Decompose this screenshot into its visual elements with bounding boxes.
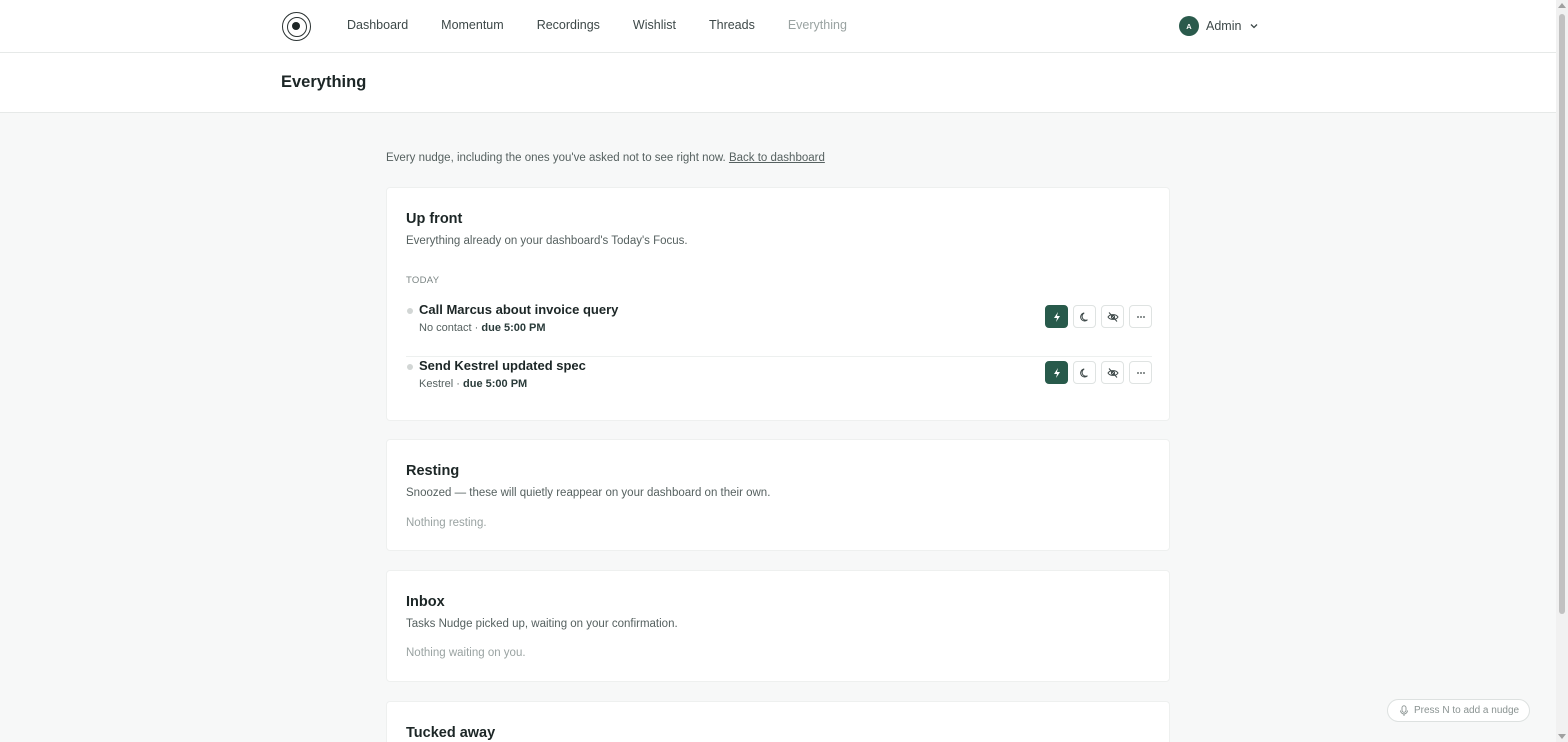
more-button[interactable] xyxy=(1129,305,1152,328)
page-header: Everything xyxy=(0,53,1556,113)
resting-title: Resting xyxy=(406,463,460,479)
group-label-today: TODAY xyxy=(406,275,440,286)
hide-button[interactable] xyxy=(1101,305,1124,328)
user-menu[interactable]: A Admin xyxy=(1179,16,1259,36)
inbox-card: Inbox Tasks Nudge picked up, waiting on … xyxy=(386,570,1170,682)
status-dot xyxy=(407,364,413,370)
item-title[interactable]: Send Kestrel updated spec xyxy=(419,358,586,373)
nav-everything[interactable]: Everything xyxy=(788,18,847,32)
item-title[interactable]: Call Marcus about invoice query xyxy=(419,302,618,317)
top-nav: Dashboard Momentum Recordings Wishlist T… xyxy=(0,0,1556,53)
resting-subtitle: Snoozed — these will quietly reappear on… xyxy=(406,487,771,499)
tucked-card: Tucked away xyxy=(386,701,1170,742)
add-nudge-hint[interactable]: Press N to add a nudge xyxy=(1387,699,1531,722)
logo-icon[interactable] xyxy=(282,12,311,41)
item-due: due 5:00 PM xyxy=(463,378,528,390)
item-actions xyxy=(1045,305,1152,328)
nav-threads[interactable]: Threads xyxy=(709,18,755,32)
page-title: Everything xyxy=(281,73,367,91)
scrollbar[interactable] xyxy=(1556,0,1568,742)
item-meta: No contact · due 5:00 PM xyxy=(419,322,546,334)
nav-wishlist[interactable]: Wishlist xyxy=(633,18,676,32)
resting-card: Resting Snoozed — these will quietly rea… xyxy=(386,439,1170,551)
chevron-down-icon xyxy=(1250,24,1258,29)
scroll-down-arrow[interactable] xyxy=(1558,734,1566,739)
microphone-icon xyxy=(1400,705,1408,716)
intro-text: Every nudge, including the ones you've a… xyxy=(386,152,825,164)
list-item[interactable]: Send Kestrel updated spec Kestrel · due … xyxy=(406,358,1152,413)
item-actions xyxy=(1045,361,1152,384)
more-icon xyxy=(1136,315,1145,318)
inbox-empty: Nothing waiting on you. xyxy=(406,647,526,659)
divider xyxy=(406,356,1152,357)
nav-recordings[interactable]: Recordings xyxy=(537,18,600,32)
tucked-title: Tucked away xyxy=(406,725,496,741)
upfront-card: Up front Everything already on your dash… xyxy=(386,187,1170,421)
intro-description: Every nudge, including the ones you've a… xyxy=(386,152,726,164)
eye-off-icon xyxy=(1106,367,1119,378)
nav-momentum[interactable]: Momentum xyxy=(441,18,504,32)
snooze-button[interactable] xyxy=(1073,361,1096,384)
list-item[interactable]: Call Marcus about invoice query No conta… xyxy=(406,302,1152,357)
hint-text: Press N to add a nudge xyxy=(1414,705,1520,716)
nav-links: Dashboard Momentum Recordings Wishlist T… xyxy=(347,18,880,32)
back-to-dashboard-link[interactable]: Back to dashboard xyxy=(729,152,825,164)
upfront-subtitle: Everything already on your dashboard's T… xyxy=(406,235,688,247)
snooze-button[interactable] xyxy=(1073,305,1096,328)
more-icon xyxy=(1136,371,1145,374)
more-button[interactable] xyxy=(1129,361,1152,384)
inbox-title: Inbox xyxy=(406,594,445,610)
hide-button[interactable] xyxy=(1101,361,1124,384)
upfront-title: Up front xyxy=(406,211,463,227)
eye-off-icon xyxy=(1106,311,1119,322)
moon-icon xyxy=(1079,312,1088,321)
user-name: Admin xyxy=(1206,19,1242,33)
bolt-icon xyxy=(1053,311,1060,322)
scroll-thumb[interactable] xyxy=(1559,14,1565,614)
item-meta: Kestrel · due 5:00 PM xyxy=(419,378,528,390)
nav-dashboard[interactable]: Dashboard xyxy=(347,18,408,32)
focus-button[interactable] xyxy=(1045,361,1068,384)
scroll-up-arrow[interactable] xyxy=(1558,3,1566,8)
status-dot xyxy=(407,308,413,314)
avatar: A xyxy=(1179,16,1199,36)
resting-empty: Nothing resting. xyxy=(406,517,487,529)
moon-icon xyxy=(1079,368,1088,377)
focus-button[interactable] xyxy=(1045,305,1068,328)
bolt-icon xyxy=(1053,367,1060,378)
item-due: due 5:00 PM xyxy=(481,322,546,334)
item-contact: Kestrel xyxy=(419,378,454,390)
inbox-subtitle: Tasks Nudge picked up, waiting on your c… xyxy=(406,618,678,630)
item-contact: No contact xyxy=(419,322,472,334)
